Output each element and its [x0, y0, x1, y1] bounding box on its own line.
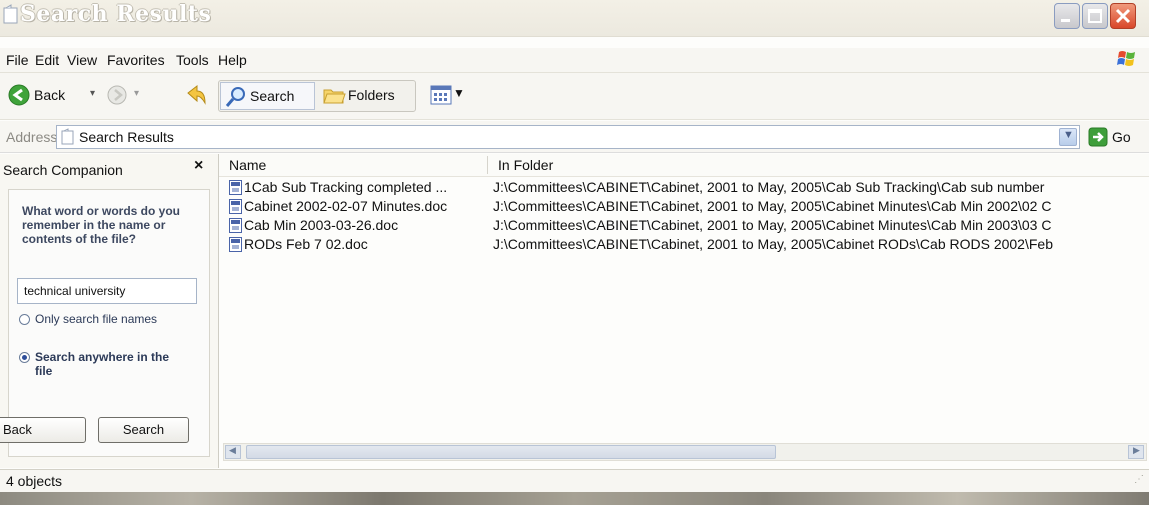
folders-button-label[interactable]: Folders [348, 87, 395, 103]
menu-view[interactable]: View [67, 52, 97, 68]
menu-edit[interactable]: Edit [35, 52, 59, 68]
maximize-icon [1088, 9, 1102, 23]
forward-dropdown-icon[interactable]: ▾ [134, 88, 139, 99]
menu-help[interactable]: Help [218, 52, 247, 68]
result-name: Cabinet 2002-02-07 Minutes.doc [244, 198, 448, 214]
radio-only-file-names[interactable] [19, 314, 30, 325]
desktop-background-strip [0, 492, 1149, 505]
search-button-text: Search [122, 422, 165, 437]
search-query-input[interactable] [17, 278, 197, 304]
scrollbar-thumb[interactable] [246, 445, 776, 459]
menu-favorites[interactable]: Favorites [107, 52, 165, 68]
search-toolbar-button[interactable]: Search [220, 82, 315, 110]
column-header-in-folder[interactable]: In Folder [498, 157, 553, 173]
menu-bar: File Edit View Favorites Tools Help [0, 48, 1149, 73]
column-header-row: Name In Folder [219, 154, 1149, 177]
result-name: 1Cab Sub Tracking completed ... [244, 179, 448, 195]
close-window-button[interactable] [1110, 3, 1136, 29]
search-toolbar-label: Search [250, 88, 295, 104]
scroll-left-button[interactable]: ◀ [225, 445, 241, 459]
close-icon [1115, 8, 1131, 24]
result-row[interactable]: RODs Feb 7 02.doc J:\Committees\CABINET\… [219, 236, 1149, 254]
close-pane-icon[interactable]: × [194, 157, 203, 175]
radio-anywhere-in-file[interactable] [19, 352, 30, 363]
column-divider[interactable] [487, 156, 488, 174]
result-row[interactable]: Cab Min 2003-03-26.doc J:\Committees\CAB… [219, 217, 1149, 235]
status-object-count: 4 objects [6, 473, 63, 489]
back-dropdown-icon[interactable]: ▾ [90, 88, 95, 99]
back-button-label[interactable]: Back [34, 87, 65, 103]
status-bar: 4 objects ⋰ [0, 469, 1149, 492]
results-list: Name In Folder 1Cab Sub Tracking complet… [219, 154, 1149, 468]
forward-arrow-icon[interactable] [106, 84, 128, 106]
option-anywhere-in-file[interactable]: Search anywhere in the file [19, 350, 204, 384]
go-arrow-icon [1088, 127, 1108, 147]
horizontal-scrollbar[interactable]: ◀ ▶ [223, 443, 1147, 461]
option-anywhere-in-file-label: Search anywhere in the file [35, 350, 170, 378]
result-folder: J:\Committees\CABINET\Cabinet, 2001 to M… [493, 179, 1045, 195]
go-label: Go [1112, 129, 1131, 145]
option-only-file-names-label: Only search file names [35, 312, 158, 326]
result-folder: J:\Committees\CABINET\Cabinet, 2001 to M… [493, 198, 1052, 214]
result-name: Cab Min 2003-03-26.doc [244, 217, 399, 233]
menu-tools[interactable]: Tools [176, 52, 209, 68]
menu-file[interactable]: File [6, 52, 29, 68]
search-prompt: What word or words do you remember in th… [22, 204, 180, 246]
window-title: Search Results [20, 1, 212, 27]
search-results-icon [61, 128, 74, 145]
folder-search-icon [3, 4, 18, 24]
maximize-button[interactable] [1082, 3, 1108, 29]
option-only-file-names[interactable]: Only search file names [19, 312, 204, 346]
result-folder: J:\Committees\CABINET\Cabinet, 2001 to M… [493, 217, 1052, 233]
word-document-icon [229, 218, 242, 233]
address-value: Search Results [79, 129, 174, 145]
chevron-left-icon: ◀ [229, 445, 236, 455]
views-icon[interactable] [430, 85, 452, 105]
search-magnifier-icon [225, 87, 245, 107]
minimize-icon [1061, 19, 1070, 22]
back-arrow-icon[interactable] [8, 84, 30, 106]
scroll-right-button[interactable]: ▶ [1128, 445, 1144, 459]
minimize-button[interactable] [1054, 3, 1080, 29]
chevron-right-icon: ▶ [1133, 445, 1140, 455]
toolbar: Back ▾ ▾ Search Folders ▼ [0, 73, 1149, 120]
search-button[interactable]: Search [98, 417, 189, 443]
up-folder-icon[interactable] [185, 83, 209, 107]
address-label: Address [6, 129, 58, 145]
word-document-icon [229, 237, 242, 252]
folders-icon[interactable] [322, 85, 346, 107]
address-field[interactable]: Search Results ▼ [56, 125, 1080, 149]
result-row[interactable]: Cabinet 2002-02-07 Minutes.doc J:\Commit… [219, 198, 1149, 216]
word-document-icon [229, 199, 242, 214]
go-button[interactable]: Go [1088, 126, 1146, 148]
result-row[interactable]: 1Cab Sub Tracking completed ... J:\Commi… [219, 179, 1149, 197]
word-document-icon [229, 180, 242, 195]
result-folder: J:\Committees\CABINET\Cabinet, 2001 to M… [493, 236, 1053, 252]
views-dropdown-icon[interactable]: ▼ [453, 86, 465, 100]
back-button[interactable]: Back [0, 417, 86, 443]
address-dropdown-button[interactable]: ▼ [1059, 128, 1077, 146]
resize-grip-icon[interactable]: ⋰ [1134, 474, 1144, 485]
address-bar: Address Search Results ▼ Go [0, 121, 1149, 153]
column-header-name[interactable]: Name [229, 157, 266, 173]
chevron-down-icon: ▼ [1063, 129, 1074, 141]
windows-logo-icon [1117, 51, 1135, 66]
title-bar: Search Results [0, 0, 1149, 37]
back-button-text: Back [3, 422, 32, 437]
result-name: RODs Feb 7 02.doc [244, 236, 368, 252]
search-companion-title: Search Companion [3, 162, 123, 178]
search-companion-pane: Search Companion × What word or words do… [0, 154, 219, 468]
